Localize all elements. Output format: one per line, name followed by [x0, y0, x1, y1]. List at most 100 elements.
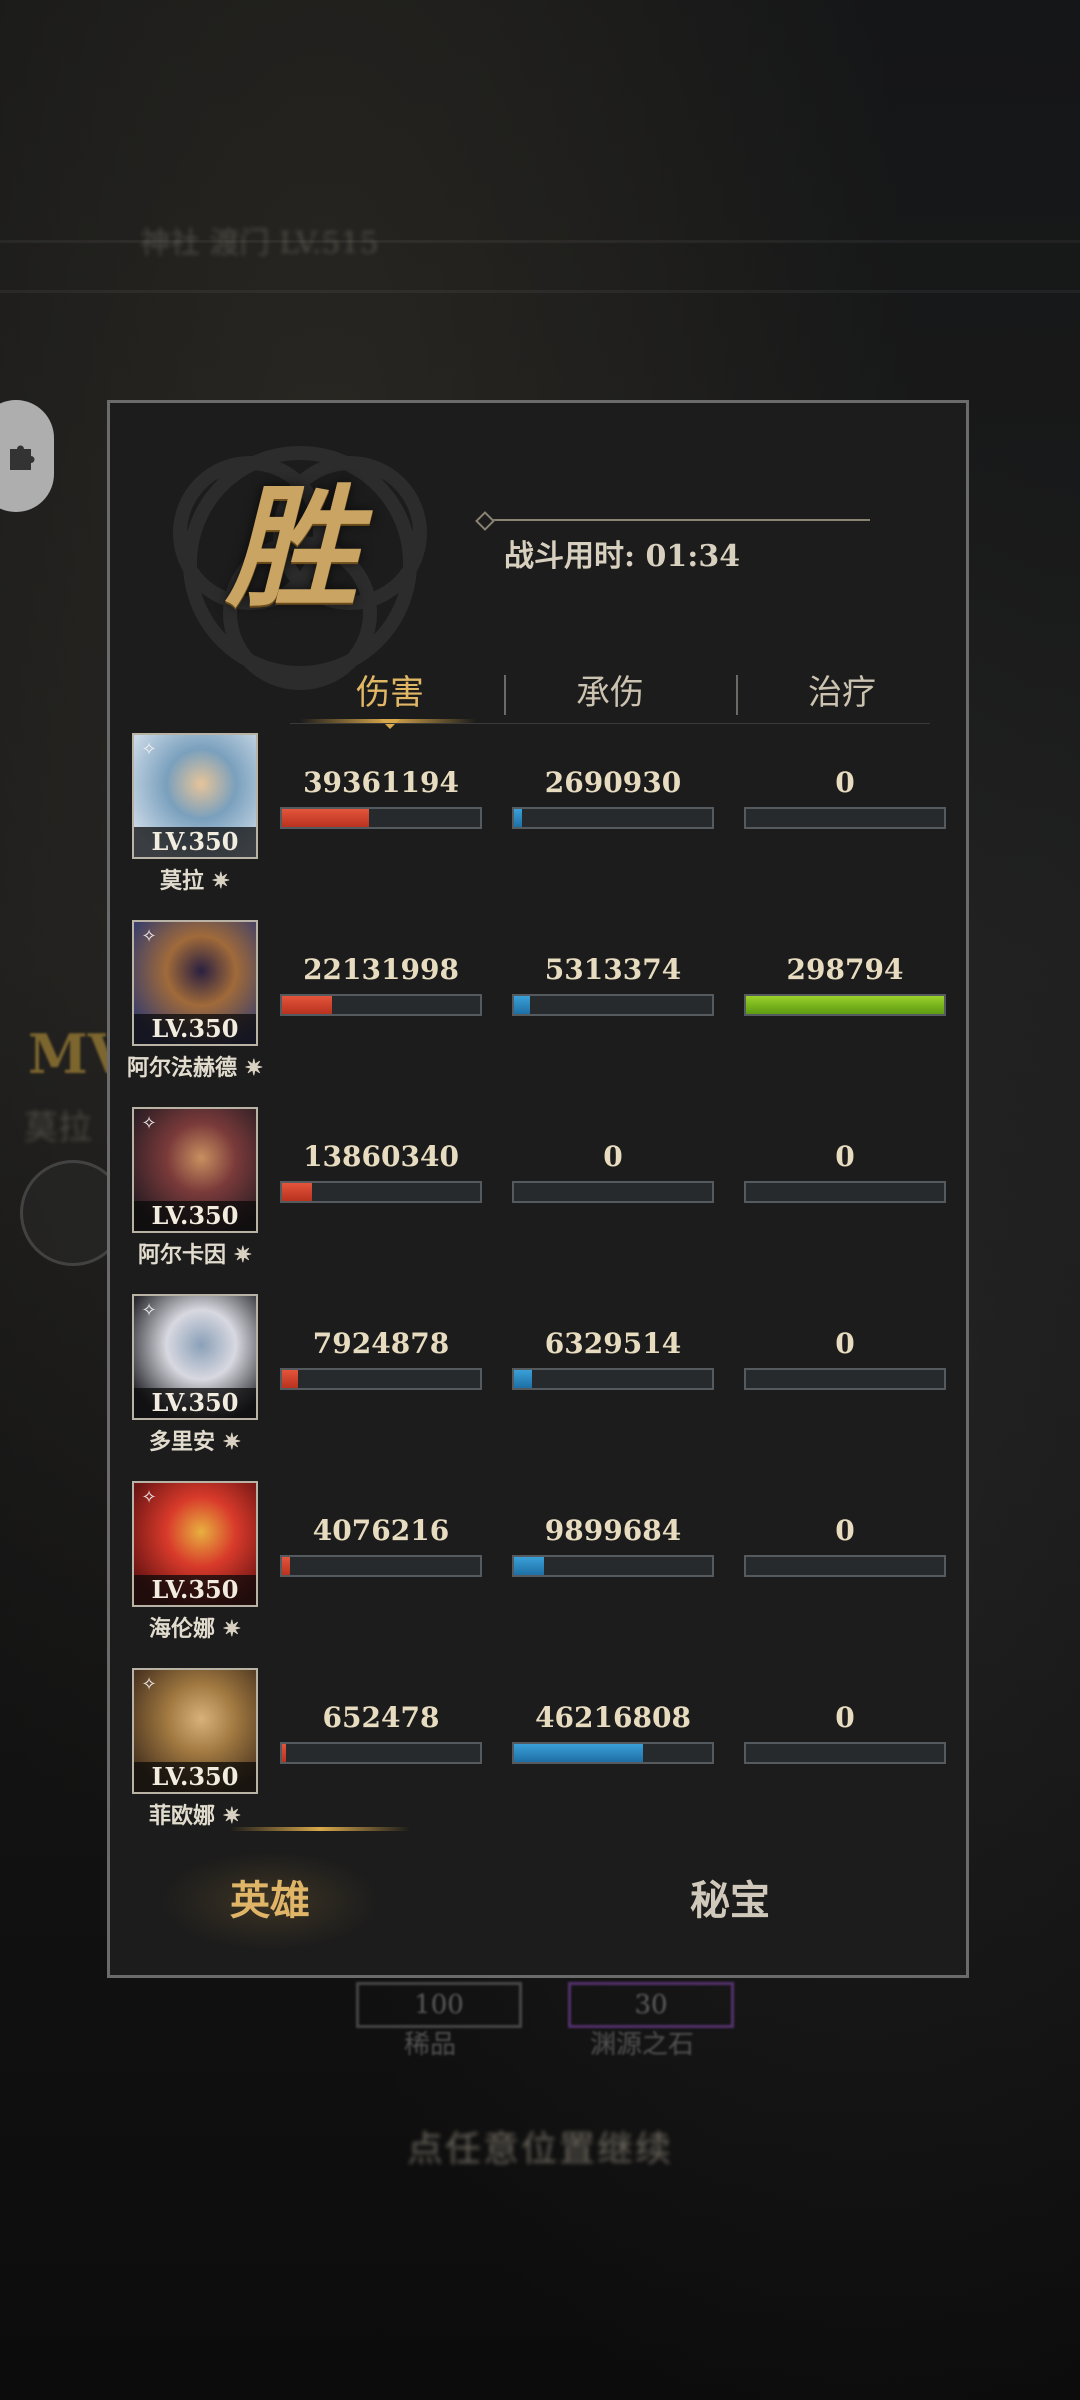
stat-damage-taken-value: 5313374	[544, 953, 682, 986]
hero-portrait[interactable]: ✧ LV.350	[132, 920, 258, 1046]
hero-row: ✧ LV.350 莫拉 ✷ 39361194 2690930 0	[110, 733, 966, 903]
stat-damage-value: 39361194	[303, 766, 459, 799]
stat-damage-taken-bar	[512, 807, 714, 829]
stat-damage-bar-fill	[282, 1557, 290, 1575]
hero-portrait[interactable]: ✧ LV.350	[132, 1294, 258, 1420]
stat-damage-value: 7924878	[312, 1327, 450, 1360]
stat-damage: 7924878	[280, 1326, 482, 1390]
stat-damage-taken: 9899684	[512, 1513, 714, 1577]
stat-damage-taken: 6329514	[512, 1326, 714, 1390]
tab-separator	[504, 675, 506, 715]
stat-healing-value: 298794	[786, 953, 904, 986]
hero-level: LV.350	[134, 1575, 256, 1605]
stat-damage-bar	[280, 994, 482, 1016]
stat-damage: 22131998	[280, 952, 482, 1016]
tap-to-continue-hint[interactable]: 点任意位置继续	[0, 2120, 1080, 2172]
stat-damage-taken-value: 2690930	[544, 766, 682, 799]
hero-portrait[interactable]: ✧ LV.350	[132, 733, 258, 859]
stat-damage-taken-bar	[512, 1181, 714, 1203]
stat-damage-taken-bar-fill	[514, 809, 522, 827]
stat-healing: 0	[744, 1513, 946, 1577]
stat-damage: 4076216	[280, 1513, 482, 1577]
star-icon: ✷	[225, 1242, 253, 1268]
tabs-baseline	[290, 723, 930, 724]
stat-healing: 0	[744, 1700, 946, 1764]
side-menu-button[interactable]	[0, 400, 54, 512]
hero-level: LV.350	[134, 827, 256, 857]
stat-damage-bar-fill	[282, 996, 332, 1014]
hero-portrait[interactable]: ✧ LV.350	[132, 1668, 258, 1794]
hero-name-wrap: 海伦娜 ✷	[110, 1611, 280, 1643]
tab-damage[interactable]: 伤害	[290, 663, 490, 723]
star-icon: ✷	[214, 1429, 242, 1455]
stat-damage-taken-bar-fill	[514, 1557, 544, 1575]
hero-portrait[interactable]: ✧ LV.350	[132, 1481, 258, 1607]
bottom-tab-treasures[interactable]: 秘宝	[620, 1851, 840, 1951]
stat-healing: 0	[744, 1139, 946, 1203]
active-tab-caret-icon	[380, 719, 400, 729]
stat-damage-taken: 5313374	[512, 952, 714, 1016]
faded-top-label: 神社 渡门 LV.515	[140, 226, 379, 261]
hero-name-wrap: 莫拉 ✷	[110, 863, 280, 895]
stat-healing-value: 0	[835, 766, 855, 799]
battle-time: 战斗用时: 01:34	[504, 539, 741, 574]
stat-healing-bar-fill	[746, 996, 944, 1014]
stat-damage: 13860340	[280, 1139, 482, 1203]
stat-damage: 39361194	[280, 765, 482, 829]
tab-damage-taken[interactable]: 承伤	[510, 663, 710, 723]
class-icon: ✧	[141, 1487, 157, 1508]
cost-box-2: 30	[568, 1982, 734, 2028]
hero-name-wrap: 菲欧娜 ✷	[110, 1798, 280, 1830]
stat-tabs: 伤害 承伤 治疗	[290, 663, 930, 729]
hero-row: ✧ LV.350 阿尔卡因 ✷ 13860340 0 0	[110, 1107, 966, 1277]
stat-damage-taken-value: 6329514	[544, 1327, 682, 1360]
class-icon: ✧	[141, 926, 157, 947]
divider-line	[485, 519, 870, 521]
hero-name-wrap: 多里安 ✷	[110, 1424, 280, 1456]
stat-damage-value: 652478	[322, 1701, 440, 1734]
stat-healing-bar	[744, 807, 946, 829]
stat-damage-taken-bar-fill	[514, 1370, 532, 1388]
class-icon: ✧	[141, 1674, 157, 1695]
hero-name-wrap: 阿尔法赫德 ✷	[110, 1050, 280, 1082]
stat-damage-value: 22131998	[303, 953, 459, 986]
stat-healing-bar	[744, 1181, 946, 1203]
stat-damage-bar-fill	[282, 1370, 298, 1388]
class-icon: ✧	[141, 739, 157, 760]
star-icon: ✷	[214, 1616, 242, 1642]
hero-level: LV.350	[134, 1388, 256, 1418]
hero-name: 海伦娜	[148, 1616, 215, 1642]
tab-healing[interactable]: 治疗	[742, 663, 942, 723]
stat-damage-bar-fill	[282, 1744, 286, 1762]
hero-name: 多里安	[148, 1429, 215, 1455]
stat-damage-bar	[280, 1555, 482, 1577]
stat-damage-taken: 0	[512, 1139, 714, 1203]
stat-damage-taken-bar	[512, 1742, 714, 1764]
stat-damage-taken: 2690930	[512, 765, 714, 829]
cost-label-1: 稀品	[404, 2030, 457, 2060]
cost-label-2: 渊源之石	[590, 2030, 695, 2060]
bottom-tab-bar: 英雄 秘宝	[110, 1827, 966, 1975]
stat-damage-taken-value: 9899684	[544, 1514, 682, 1547]
hero-name: 莫拉	[159, 868, 204, 894]
hero-name: 阿尔法赫德	[126, 1055, 237, 1081]
stat-damage-bar	[280, 1181, 482, 1203]
stat-damage-bar	[280, 1742, 482, 1764]
stat-healing-bar	[744, 1555, 946, 1577]
star-icon: ✷	[236, 1055, 264, 1081]
hero-row: ✧ LV.350 菲欧娜 ✷ 652478 46216808 0	[110, 1668, 966, 1838]
hero-name: 阿尔卡因	[137, 1242, 226, 1268]
stat-healing-bar	[744, 1368, 946, 1390]
hero-level: LV.350	[134, 1762, 256, 1792]
stat-damage-taken-bar-fill	[514, 996, 530, 1014]
hero-level: LV.350	[134, 1014, 256, 1044]
bottom-tab-heroes[interactable]: 英雄	[160, 1851, 380, 1951]
stat-healing-value: 0	[835, 1140, 855, 1173]
stat-damage: 652478	[280, 1700, 482, 1764]
hero-portrait[interactable]: ✧ LV.350	[132, 1107, 258, 1233]
hero-row: ✧ LV.350 多里安 ✷ 7924878 6329514 0	[110, 1294, 966, 1464]
stat-damage-value: 13860340	[303, 1140, 459, 1173]
star-icon: ✷	[214, 1803, 242, 1829]
puzzle-icon	[10, 445, 35, 470]
hero-level: LV.350	[134, 1201, 256, 1231]
